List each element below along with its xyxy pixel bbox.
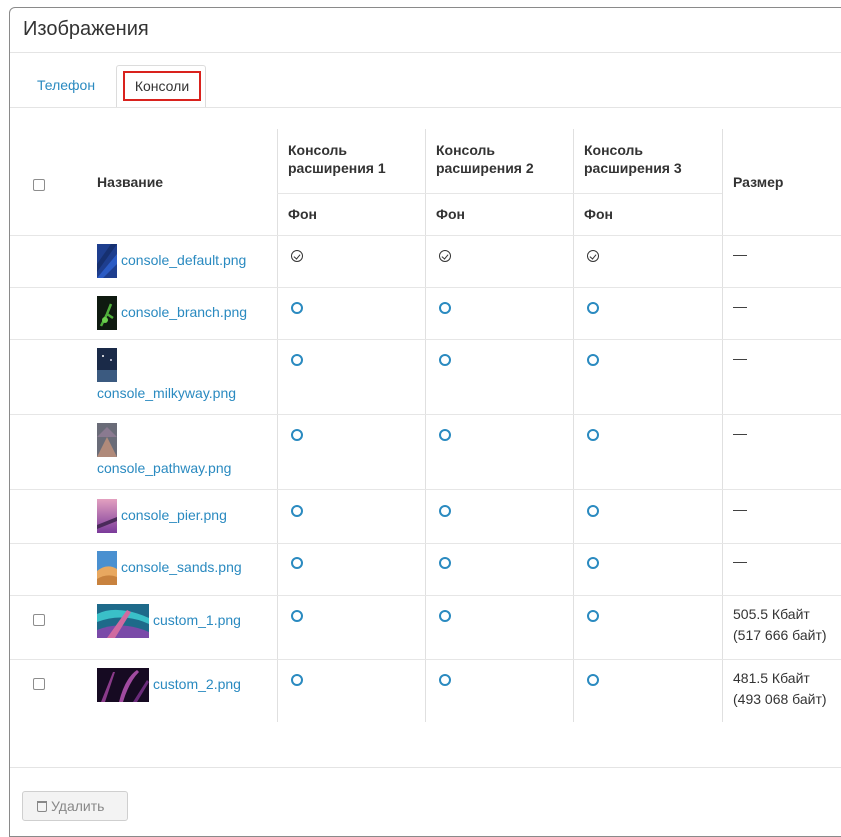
header-background-2: Фон [436, 206, 465, 222]
header-subdivider [277, 193, 722, 194]
row-divider [10, 414, 841, 415]
radio-unselected-1[interactable] [291, 674, 303, 686]
file-link[interactable]: custom_1.png [153, 612, 241, 628]
header-background-1: Фон [288, 206, 317, 222]
radio-unselected-3[interactable] [587, 674, 599, 686]
footer-divider [10, 767, 841, 768]
header-size: Размер [733, 174, 784, 190]
size-value: — [733, 501, 747, 517]
tab-phone[interactable]: Телефон [37, 77, 95, 93]
row-divider [10, 287, 841, 288]
col-divider [573, 129, 574, 722]
thumbnail-image [97, 604, 149, 638]
row-divider [10, 659, 841, 660]
radio-unselected-3[interactable] [587, 302, 599, 314]
images-panel: Изображения Телефон Консоли Название Кон… [9, 7, 841, 837]
radio-unselected-2[interactable] [439, 505, 451, 517]
trash-icon [37, 801, 47, 812]
thumbnail-image [97, 348, 117, 382]
file-link[interactable]: console_default.png [121, 252, 246, 268]
row-divider [10, 595, 841, 596]
radio-unselected-3[interactable] [587, 557, 599, 569]
row-divider [10, 543, 841, 544]
radio-unselected-1[interactable] [291, 610, 303, 622]
col-divider [722, 129, 723, 722]
thumbnail-image [97, 423, 117, 457]
radio-unselected-2[interactable] [439, 674, 451, 686]
thumbnail-image [97, 296, 117, 330]
col-divider [277, 129, 278, 722]
thumbnail-image [97, 551, 117, 585]
file-link[interactable]: console_branch.png [121, 304, 247, 320]
tab-consoles[interactable]: Консоли [123, 71, 201, 101]
radio-unselected-2[interactable] [439, 429, 451, 441]
file-link[interactable]: console_pier.png [121, 507, 227, 523]
header-console-2: Консоль расширения 2 [436, 142, 534, 176]
radio-unselected-1[interactable] [291, 429, 303, 441]
radio-unselected-1[interactable] [291, 302, 303, 314]
radio-unselected-1[interactable] [291, 505, 303, 517]
size-kbytes: 481.5 Кбайт [733, 670, 810, 686]
thumbnail-image [97, 244, 117, 278]
radio-unselected-2[interactable] [439, 302, 451, 314]
title-divider [10, 52, 841, 53]
file-link[interactable]: console_pathway.png [97, 460, 231, 476]
radio-unselected-3[interactable] [587, 610, 599, 622]
size-value: — [733, 246, 747, 262]
radio-selected-2[interactable] [439, 250, 451, 262]
radio-unselected-3[interactable] [587, 354, 599, 366]
size-value: — [733, 425, 747, 441]
size-value: — [733, 298, 747, 314]
file-link[interactable]: custom_2.png [153, 676, 241, 692]
radio-unselected-2[interactable] [439, 354, 451, 366]
header-background-3: Фон [584, 206, 613, 222]
thumbnail-image [97, 668, 149, 702]
radio-unselected-3[interactable] [587, 429, 599, 441]
radio-unselected-1[interactable] [291, 354, 303, 366]
row-checkbox[interactable] [33, 614, 45, 626]
header-console-3: Консоль расширения 3 [584, 142, 682, 176]
size-value: — [733, 553, 747, 569]
radio-selected-1[interactable] [291, 250, 303, 262]
radio-selected-3[interactable] [587, 250, 599, 262]
header-console-1: Консоль расширения 1 [288, 142, 386, 176]
size-kbytes: 505.5 Кбайт [733, 606, 810, 622]
tabs-divider [10, 107, 841, 108]
size-bytes: (517 666 байт) [733, 627, 827, 643]
delete-button[interactable]: Удалить [22, 791, 128, 821]
radio-unselected-3[interactable] [587, 505, 599, 517]
delete-label: Удалить [51, 798, 105, 814]
size-value: 481.5 Кбайт (493 068 байт) [733, 668, 827, 710]
size-value: — [733, 350, 747, 366]
thumbnail-image [97, 499, 117, 533]
radio-unselected-1[interactable] [291, 557, 303, 569]
radio-unselected-2[interactable] [439, 557, 451, 569]
row-divider [10, 339, 841, 340]
panel-title: Изображения [23, 18, 149, 40]
size-value: 505.5 Кбайт (517 666 байт) [733, 604, 827, 646]
col-divider [425, 129, 426, 722]
row-divider [10, 489, 841, 490]
header-bottom [10, 235, 841, 236]
row-checkbox[interactable] [33, 678, 45, 690]
size-bytes: (493 068 байт) [733, 691, 827, 707]
file-link[interactable]: console_sands.png [121, 559, 242, 575]
select-all-checkbox[interactable] [33, 179, 45, 191]
file-link[interactable]: console_milkyway.png [97, 385, 236, 401]
header-name: Название [97, 174, 164, 190]
radio-unselected-2[interactable] [439, 610, 451, 622]
